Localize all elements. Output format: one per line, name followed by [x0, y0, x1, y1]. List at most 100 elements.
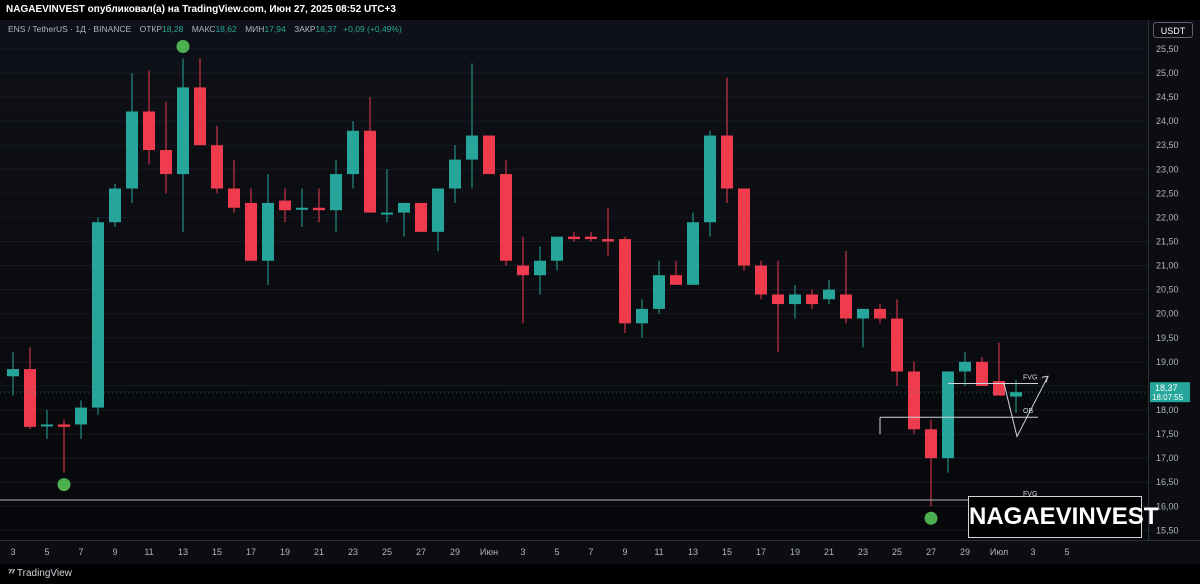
- open-value: 18,28: [162, 24, 184, 34]
- x-tick-label: 3: [520, 547, 525, 557]
- y-tick-label: 24,50: [1156, 92, 1179, 102]
- x-tick-label: 15: [722, 547, 732, 557]
- chart-pane[interactable]: FVG OB FVG: [0, 20, 1148, 540]
- close-value: 18,37: [315, 24, 337, 34]
- candle-body: [653, 275, 665, 309]
- candle-body: [41, 424, 53, 427]
- x-tick-label: 7: [78, 547, 83, 557]
- candle-body: [806, 294, 818, 305]
- candle-body: [585, 236, 597, 240]
- swing-marker: [176, 40, 190, 54]
- candle-body: [908, 371, 920, 430]
- candle-body: [517, 265, 529, 276]
- y-tick-label: 23,00: [1156, 164, 1179, 174]
- candle-body: [364, 130, 376, 213]
- x-tick-label: 27: [416, 547, 426, 557]
- x-tick-label: 5: [554, 547, 559, 557]
- x-tick-label: 17: [756, 547, 766, 557]
- x-tick-label: Июл: [990, 547, 1008, 557]
- y-tick-label: 15,50: [1156, 525, 1179, 535]
- candle-body: [874, 308, 886, 319]
- y-tick-label: 20,50: [1156, 285, 1179, 295]
- x-tick-label: 3: [10, 547, 15, 557]
- candle-body: [143, 111, 155, 150]
- candle-body: [721, 135, 733, 189]
- y-tick-label: 17,50: [1156, 429, 1179, 439]
- y-tick-label: 20,00: [1156, 309, 1179, 319]
- close-label: ЗАКР: [294, 24, 316, 34]
- candle-body: [670, 275, 682, 285]
- tradingview-logo-icon: ⁷⁷: [8, 568, 15, 579]
- last-price-value: 18,37: [1155, 383, 1178, 393]
- candle-body: [449, 159, 461, 189]
- x-tick-label: 21: [314, 547, 324, 557]
- candle-body: [109, 188, 121, 223]
- candle-body: [959, 361, 971, 372]
- candle-body: [466, 135, 478, 160]
- x-tick-label: Июн: [480, 547, 498, 557]
- y-tick-label: 23,50: [1156, 140, 1179, 150]
- x-tick-label: 17: [246, 547, 256, 557]
- y-tick-label: 25,50: [1156, 44, 1179, 54]
- candle-body: [636, 308, 648, 324]
- candle-body: [483, 135, 495, 175]
- candle-body: [772, 294, 784, 305]
- candle-body: [245, 202, 257, 261]
- candle-body: [925, 429, 937, 459]
- x-tick-label: 11: [654, 547, 663, 557]
- price-axis-svg: 15,5016,0016,5017,0017,5018,0018,5019,00…: [1150, 44, 1190, 535]
- candle-body: [602, 239, 614, 242]
- x-tick-label: 29: [960, 547, 970, 557]
- candle-body: [177, 87, 189, 175]
- price-chart[interactable]: FVGOBFVG: [0, 20, 1148, 540]
- y-tick-label: 18,00: [1156, 405, 1179, 415]
- y-tick-label: 17,00: [1156, 453, 1179, 463]
- x-tick-label: 13: [178, 547, 188, 557]
- low-value: 17,94: [264, 24, 286, 34]
- candle-body: [279, 200, 291, 211]
- x-tick-label: 11: [144, 547, 153, 557]
- y-tick-label: 16,50: [1156, 477, 1179, 487]
- candle-body: [823, 289, 835, 300]
- x-tick-label: 25: [382, 547, 392, 557]
- candle-body: [313, 207, 325, 211]
- candle-body: [976, 361, 988, 386]
- time-axis[interactable]: 3 5 7 9 11 13 15 17 19 21 23 25 27 29 Июн 3 5 7 9 11 13 15 17 1…: [0, 540, 1200, 564]
- publisher-line: NAGAEVINVEST опубликовал(а) на TradingVi…: [6, 4, 396, 15]
- x-tick-label: 29: [450, 547, 460, 557]
- candle-body: [687, 222, 699, 285]
- candle-body: [228, 188, 240, 208]
- candle-body: [840, 294, 852, 319]
- swing-marker: [57, 478, 71, 492]
- currency-button[interactable]: USDT: [1153, 22, 1193, 38]
- time-axis-svg: 3 5 7 9 11 13 15 17 19 21 23 25 27 29 Июн 3 5 7 9 11 13 15 17 1…: [10, 547, 1069, 557]
- x-tick-label: 23: [348, 547, 358, 557]
- candle-body: [534, 260, 546, 276]
- candle-body: [262, 202, 274, 261]
- candle-body: [24, 369, 36, 427]
- x-tick-label: 21: [824, 547, 834, 557]
- candle-body: [160, 150, 172, 175]
- candle-body: [500, 174, 512, 261]
- y-tick-label: 22,50: [1156, 188, 1179, 198]
- footer-brand: TradingView: [16, 568, 72, 579]
- x-tick-label: 19: [280, 547, 290, 557]
- candle-body: [551, 236, 563, 261]
- candle-body: [296, 207, 308, 210]
- candle-body: [568, 236, 580, 240]
- x-tick-label: 25: [892, 547, 902, 557]
- symbol-name[interactable]: ENS / TetherUS · 1Д · BINANCE: [8, 24, 131, 34]
- candle-body: [619, 239, 631, 324]
- high-label: МАКС: [191, 24, 216, 34]
- y-tick-label: 19,00: [1156, 357, 1179, 367]
- candle-body: [415, 202, 427, 232]
- candle-body: [194, 87, 206, 146]
- x-tick-label: 23: [858, 547, 868, 557]
- candle-body: [704, 135, 716, 223]
- low-label: МИН: [245, 24, 265, 34]
- x-tick-label: 7: [588, 547, 593, 557]
- candle-body: [789, 294, 801, 305]
- author-watermark: NAGAEVINVEST: [968, 496, 1158, 538]
- price-axis[interactable]: 15,5016,0016,5017,0017,5018,0018,5019,00…: [1148, 20, 1200, 540]
- publisher-bar: NAGAEVINVEST опубликовал(а) на TradingVi…: [0, 0, 1200, 20]
